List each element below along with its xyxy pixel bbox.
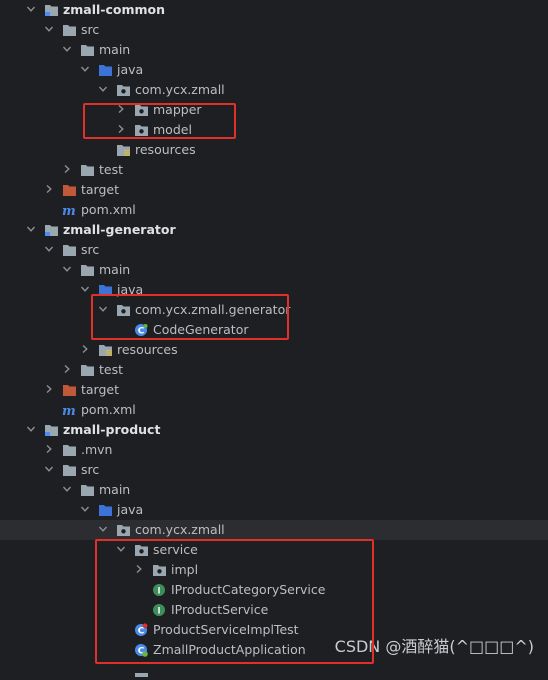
- tree-item-label: test: [99, 362, 124, 377]
- maven-icon: m: [62, 403, 77, 419]
- tree-row[interactable]: target: [0, 180, 548, 200]
- tree-item-label: java: [117, 62, 144, 77]
- tree-row[interactable]: test: [0, 360, 548, 380]
- tree-row[interactable]: com.ycx.zmall: [0, 80, 548, 100]
- resources-folder-icon: [116, 143, 131, 157]
- tree-row[interactable]: test: [0, 160, 548, 180]
- folder-icon: [62, 23, 77, 37]
- tree-item-label: java: [117, 502, 144, 517]
- tree-row[interactable]: m pom.xml: [0, 400, 548, 420]
- tree-item-label: pom.xml: [81, 402, 136, 417]
- generator-package-box: [91, 294, 289, 340]
- source-root-icon: [98, 503, 113, 517]
- excluded-folder-icon: [62, 183, 77, 197]
- tree-item-label: resources: [117, 342, 178, 357]
- tree-row[interactable]: src: [0, 20, 548, 40]
- svg-text:m: m: [62, 204, 76, 217]
- folder-icon: [62, 243, 77, 257]
- tree-item-label: src: [81, 22, 100, 37]
- tree-row[interactable]: src: [0, 240, 548, 260]
- tree-row[interactable]: zmall-product: [0, 420, 548, 440]
- package-icon: [116, 523, 131, 537]
- tree-item-label: src: [81, 462, 100, 477]
- tree-item-label: zmall-product: [63, 422, 161, 437]
- tree-item-label: test: [99, 162, 124, 177]
- tree-item-label: zmall-generator: [63, 222, 176, 237]
- chevron-down-icon[interactable]: [62, 40, 74, 60]
- tree-item-label: main: [99, 482, 131, 497]
- source-root-icon: [98, 63, 113, 77]
- chevron-down-icon[interactable]: [62, 260, 74, 280]
- module-folder-icon: [44, 423, 59, 437]
- chevron-down-icon[interactable]: [44, 460, 56, 480]
- chevron-down-icon[interactable]: [80, 500, 92, 520]
- module-folder-icon: [44, 3, 59, 17]
- module-folder-icon: [44, 223, 59, 237]
- package-icon: [116, 83, 131, 97]
- tree-row[interactable]: src: [0, 460, 548, 480]
- tree-row[interactable]: main: [0, 480, 548, 500]
- excluded-folder-icon: [62, 383, 77, 397]
- resources-folder-icon: [98, 343, 113, 357]
- tree-row[interactable]: zmall-generator: [0, 220, 548, 240]
- tree-row[interactable]: m pom.xml: [0, 200, 548, 220]
- tree-item-label: main: [99, 262, 131, 277]
- folder-icon: [80, 163, 95, 177]
- chevron-down-icon[interactable]: [26, 220, 38, 240]
- chevron-right-icon[interactable]: [62, 360, 74, 380]
- chevron-down-icon[interactable]: [44, 240, 56, 260]
- chevron-right-icon[interactable]: [44, 380, 56, 400]
- tree-item-label: resources: [135, 142, 196, 157]
- maven-icon: m: [62, 203, 77, 219]
- chevron-down-icon[interactable]: [98, 80, 110, 100]
- tree-item-label: com.ycx.zmall: [135, 82, 225, 97]
- tree-item-label: com.ycx.zmall: [135, 522, 225, 537]
- chevron-down-icon[interactable]: [80, 60, 92, 80]
- folder-icon: [62, 443, 77, 457]
- tree-row[interactable]: .mvn: [0, 440, 548, 460]
- tree-row[interactable]: main: [0, 40, 548, 60]
- partial-row: [134, 663, 149, 677]
- tree-row[interactable]: java: [0, 60, 548, 80]
- service-box: [95, 539, 374, 664]
- tree-row[interactable]: resources: [0, 340, 548, 360]
- tree-item-label: target: [81, 382, 120, 397]
- tree-row[interactable]: zmall-common: [0, 0, 548, 20]
- folder-icon: [62, 463, 77, 477]
- svg-text:m: m: [62, 404, 76, 417]
- chevron-right-icon[interactable]: [80, 340, 92, 360]
- tree-item-label: src: [81, 242, 100, 257]
- mapper-model-box: [83, 103, 236, 139]
- tree-row[interactable]: target: [0, 380, 548, 400]
- chevron-right-icon[interactable]: [44, 440, 56, 460]
- folder-icon: [80, 43, 95, 57]
- tree-row[interactable]: resources: [0, 140, 548, 160]
- tree-item-label: target: [81, 182, 120, 197]
- folder-icon: [80, 263, 95, 277]
- tree-row[interactable]: main: [0, 260, 548, 280]
- tree-item-label: main: [99, 42, 131, 57]
- chevron-right-icon[interactable]: [44, 180, 56, 200]
- chevron-down-icon[interactable]: [26, 0, 38, 20]
- tree-row[interactable]: com.ycx.zmall: [0, 520, 548, 540]
- folder-icon: [80, 483, 95, 497]
- tree-row[interactable]: java: [0, 500, 548, 520]
- tree-item-label: .mvn: [81, 442, 113, 457]
- chevron-down-icon[interactable]: [44, 20, 56, 40]
- chevron-down-icon[interactable]: [26, 420, 38, 440]
- chevron-down-icon[interactable]: [62, 480, 74, 500]
- tree-item-label: pom.xml: [81, 202, 136, 217]
- chevron-down-icon[interactable]: [98, 520, 110, 540]
- folder-icon: [80, 363, 95, 377]
- tree-item-label: zmall-common: [63, 2, 166, 17]
- chevron-right-icon[interactable]: [62, 160, 74, 180]
